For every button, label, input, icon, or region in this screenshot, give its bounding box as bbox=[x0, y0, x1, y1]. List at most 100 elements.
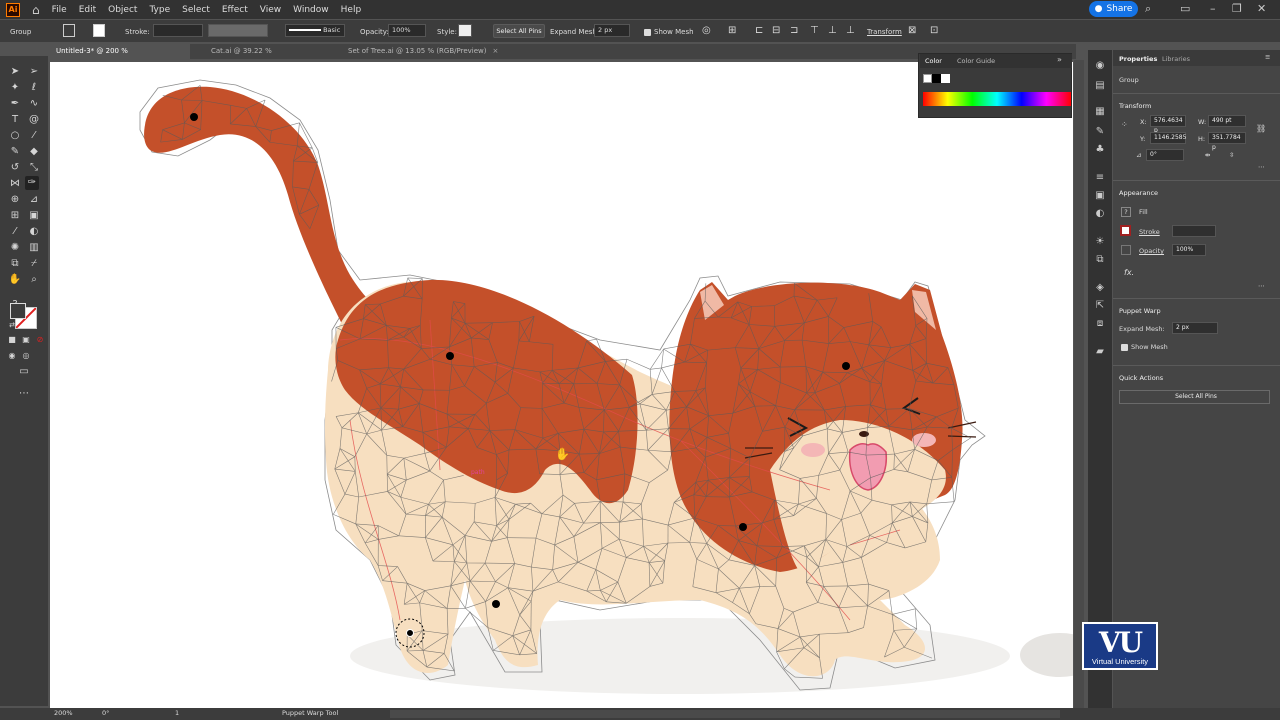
arrange-icon[interactable]: ⊡ bbox=[930, 25, 938, 36]
x-field[interactable]: 576.4634 p bbox=[1150, 115, 1186, 134]
more-tools-icon[interactable]: ⋯ bbox=[17, 387, 31, 401]
hand-tool-icon[interactable]: ✋ bbox=[8, 273, 22, 287]
gradient-panel-icon[interactable]: ▣ bbox=[1094, 190, 1106, 202]
color-mode-icon[interactable]: ■ bbox=[5, 333, 19, 347]
eyedropper-icon[interactable]: ⁄ bbox=[8, 225, 22, 239]
fill-unknown-icon[interactable]: ? bbox=[1121, 207, 1131, 217]
blend-tool-icon[interactable]: ◐ bbox=[27, 225, 41, 239]
appearance-icon[interactable]: ☀ bbox=[1094, 236, 1106, 248]
ellipse-tool-icon[interactable]: ○ bbox=[8, 129, 22, 143]
magic-wand-icon[interactable]: ✦ bbox=[8, 81, 22, 95]
show-mesh-checkbox[interactable]: Show Mesh bbox=[1121, 343, 1168, 351]
shaper-tool-icon[interactable]: ✎ bbox=[8, 145, 22, 159]
artboards-icon[interactable]: ⧈ bbox=[1094, 318, 1106, 330]
rotation-view[interactable]: 0° bbox=[102, 709, 109, 717]
stroke-swatch-icon[interactable] bbox=[1120, 225, 1131, 236]
opacity-field[interactable]: 100% bbox=[388, 24, 426, 37]
paintbrush-icon[interactable]: ⁄ bbox=[27, 129, 41, 143]
reference-point-icon[interactable]: ⁘ bbox=[1121, 120, 1128, 129]
brushes-icon[interactable]: ✎ bbox=[1094, 126, 1106, 138]
panel-menu-icon[interactable]: ≡ bbox=[1265, 53, 1270, 61]
perspective-grid-icon[interactable]: ⊿ bbox=[27, 193, 41, 207]
shape-builder-icon[interactable]: ⊕ bbox=[8, 193, 22, 207]
none-mode-icon[interactable]: ⊘ bbox=[33, 333, 47, 347]
eraser-icon[interactable]: ◆ bbox=[27, 145, 41, 159]
menu-select[interactable]: Select bbox=[182, 5, 210, 15]
warp-pin[interactable] bbox=[492, 600, 500, 608]
stroke-link[interactable]: Stroke bbox=[1139, 228, 1160, 236]
close-icon[interactable]: × bbox=[493, 47, 499, 55]
menu-file[interactable]: File bbox=[52, 5, 67, 15]
width-tool-icon[interactable]: ⋈ bbox=[8, 177, 22, 191]
warp-pin[interactable] bbox=[406, 629, 414, 637]
horizontal-scrollbar[interactable] bbox=[390, 710, 1060, 718]
menu-effect[interactable]: Effect bbox=[222, 5, 248, 15]
stroke-weight-field[interactable] bbox=[1172, 225, 1216, 237]
puppet-warp-tool-icon[interactable]: ✑ bbox=[25, 176, 39, 190]
cat-illustration[interactable]: path ✋ bbox=[50, 62, 1073, 708]
scale-tool-icon[interactable]: ⤡ bbox=[27, 161, 41, 175]
zoom-tool-icon[interactable]: ⌕ bbox=[27, 273, 41, 287]
warp-pin[interactable] bbox=[446, 352, 454, 360]
stroke-weight-field[interactable] bbox=[153, 24, 203, 37]
align-bottom-icon[interactable]: ⊥ bbox=[846, 25, 855, 36]
gradient-tool-icon[interactable]: ▣ bbox=[27, 209, 41, 223]
symbols-icon[interactable]: ♣ bbox=[1094, 144, 1106, 156]
align-to-icon[interactable]: ⊞ bbox=[728, 25, 736, 36]
mesh-tool-icon[interactable]: ⊞ bbox=[8, 209, 22, 223]
column-graph-icon[interactable]: ▥ bbox=[27, 241, 41, 255]
select-all-pins-button[interactable]: Select All Pins bbox=[493, 24, 545, 38]
direct-selection-tool-icon[interactable]: ➢ bbox=[27, 65, 41, 79]
width-field[interactable]: 490 pt bbox=[1208, 115, 1246, 127]
stroke-panel-icon[interactable]: ≡ bbox=[1094, 172, 1106, 184]
align-right-icon[interactable]: ⊐ bbox=[790, 25, 798, 36]
screen-mode-icon[interactable]: ▭ bbox=[17, 365, 31, 379]
pen-tool-icon[interactable]: ✒ bbox=[8, 97, 22, 111]
align-top-icon[interactable]: ⊤ bbox=[810, 25, 819, 36]
comments-icon[interactable]: ▰ bbox=[1094, 346, 1106, 358]
fill-swatch[interactable] bbox=[63, 24, 75, 37]
gradient-mode-icon[interactable]: ▣ bbox=[19, 333, 33, 347]
draw-mode-icon[interactable]: ◉ bbox=[5, 349, 19, 363]
artboard-tool-icon[interactable]: ⧉ bbox=[8, 257, 22, 271]
artboard-canvas[interactable]: path ✋ bbox=[50, 62, 1073, 708]
type-tool-icon[interactable]: T bbox=[8, 113, 22, 127]
more-options-icon[interactable]: ⋯ bbox=[1258, 282, 1265, 290]
swap-colors-icon[interactable]: ⇄ bbox=[5, 318, 19, 332]
more-options-icon[interactable]: ⋯ bbox=[1258, 163, 1265, 171]
libraries-icon[interactable]: ▦ bbox=[1094, 106, 1106, 118]
constrain-link-icon[interactable]: ⛓ bbox=[1256, 124, 1266, 133]
warp-pin[interactable] bbox=[739, 523, 747, 531]
artboard-number[interactable]: 1 bbox=[175, 709, 179, 717]
tab-set-of-tree[interactable]: Set of Tree.ai @ 13.05 % (RGB/Preview) × bbox=[342, 44, 502, 59]
search-icon[interactable]: ⌕ bbox=[1145, 2, 1151, 16]
panel-collapse-icon[interactable]: » bbox=[1057, 55, 1062, 64]
menu-type[interactable]: Type bbox=[149, 5, 170, 15]
brush-definition-dropdown[interactable]: Basic bbox=[285, 24, 345, 37]
selection-tool-icon[interactable]: ➤ bbox=[8, 65, 22, 79]
workspace-icon[interactable]: ▭ bbox=[1180, 2, 1190, 15]
zoom-level[interactable]: 200% bbox=[54, 709, 73, 717]
tab-properties[interactable]: Properties bbox=[1119, 55, 1157, 63]
symbol-sprayer-icon[interactable]: ✺ bbox=[8, 241, 22, 255]
tab-libraries[interactable]: Libraries bbox=[1162, 55, 1190, 63]
variable-width-profile[interactable] bbox=[208, 24, 268, 37]
flip-horizontal-icon[interactable]: ⇹ bbox=[1205, 151, 1210, 159]
draw-inside-icon[interactable]: ◎ bbox=[19, 349, 33, 363]
black-swatch[interactable] bbox=[932, 74, 941, 83]
transform-link[interactable]: Transform bbox=[867, 28, 902, 36]
graphic-styles-icon[interactable]: ⧉ bbox=[1094, 254, 1106, 266]
minimize-icon[interactable]: – bbox=[1210, 2, 1216, 15]
tab-cat[interactable]: Cat.ai @ 39.22 % (RGB/Preview)× bbox=[205, 44, 335, 70]
properties-panel-icon[interactable]: ◉ bbox=[1094, 60, 1106, 72]
stroke-swatch[interactable] bbox=[93, 24, 105, 37]
globe-icon[interactable]: ◎ bbox=[702, 25, 711, 36]
close-window-icon[interactable]: ✕ bbox=[1257, 2, 1266, 15]
style-swatch[interactable] bbox=[458, 24, 472, 37]
menu-window[interactable]: Window bbox=[293, 5, 329, 15]
menu-edit[interactable]: Edit bbox=[79, 5, 96, 15]
tab-color[interactable]: Color bbox=[925, 57, 942, 65]
rotation-field[interactable]: 0° bbox=[1146, 149, 1184, 161]
isolate-icon[interactable]: ⊠ bbox=[908, 25, 916, 36]
white-swatch[interactable] bbox=[941, 74, 950, 83]
